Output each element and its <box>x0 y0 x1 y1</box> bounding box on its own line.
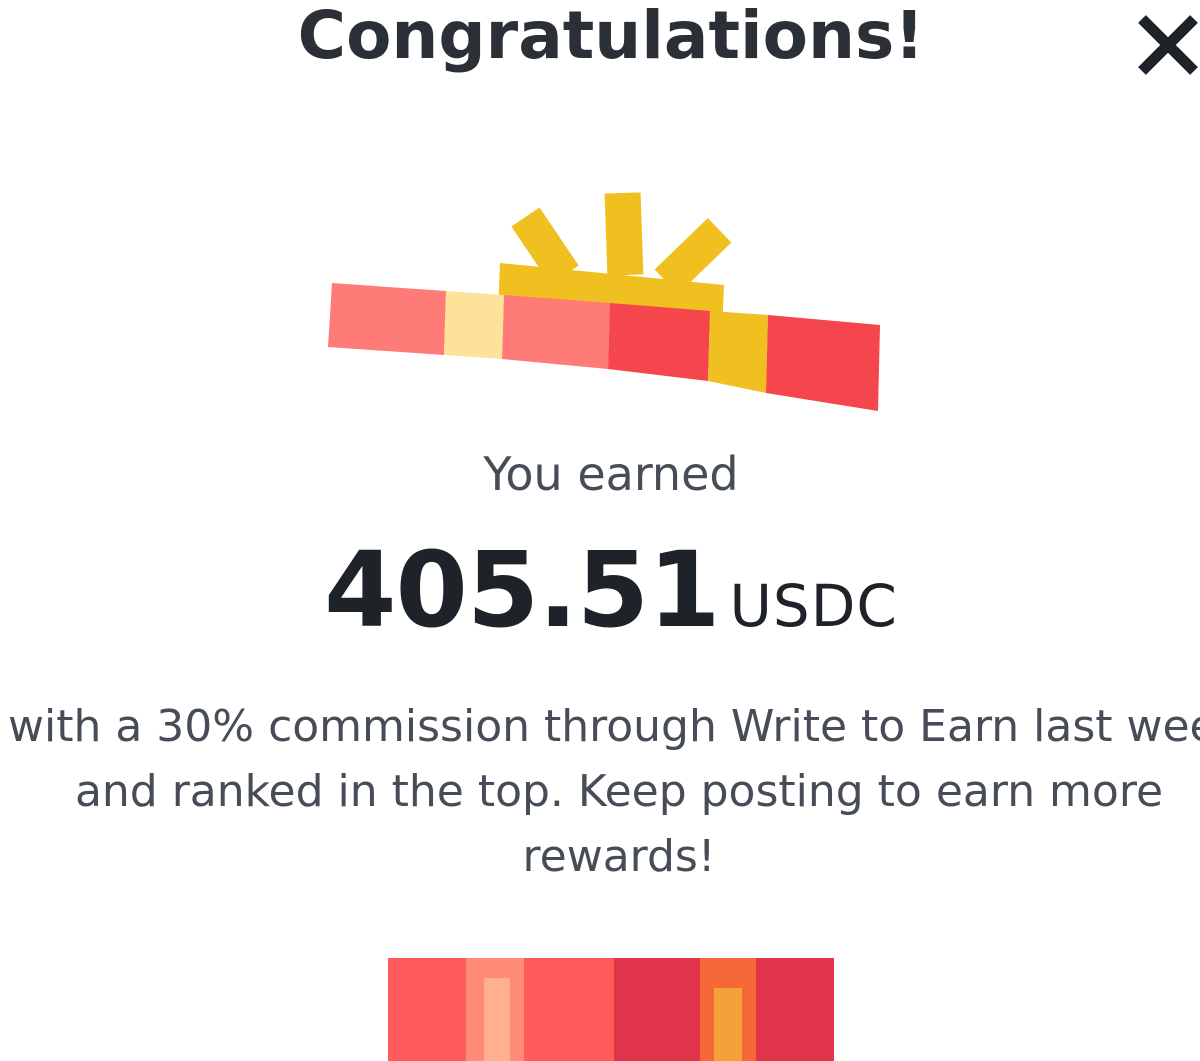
description-line: with a 30% commission through Write to E… <box>8 701 1200 752</box>
gift-lid-icon <box>328 192 880 411</box>
description-line: rewards! <box>522 831 716 882</box>
close-icon <box>1138 15 1198 75</box>
reward-currency: USDC <box>729 572 898 640</box>
reward-description: with a 30% commission through Write to E… <box>8 694 1200 889</box>
description-line: and ranked in the top. Keep posting to e… <box>74 766 1164 817</box>
reward-amount-row: 405.51 USDC <box>0 535 1200 645</box>
gift-lid-illustration <box>320 185 900 425</box>
close-button[interactable] <box>1136 13 1200 77</box>
reward-dialog: Congratulations! You earned 405.51 USDC w… <box>0 0 1200 1061</box>
gift-box-illustration <box>388 958 834 1061</box>
dialog-title: Congratulations! <box>297 0 925 74</box>
reward-amount: 405.51 <box>324 529 720 651</box>
earned-label: You earned <box>483 447 739 501</box>
gift-box-icon <box>388 958 834 1061</box>
